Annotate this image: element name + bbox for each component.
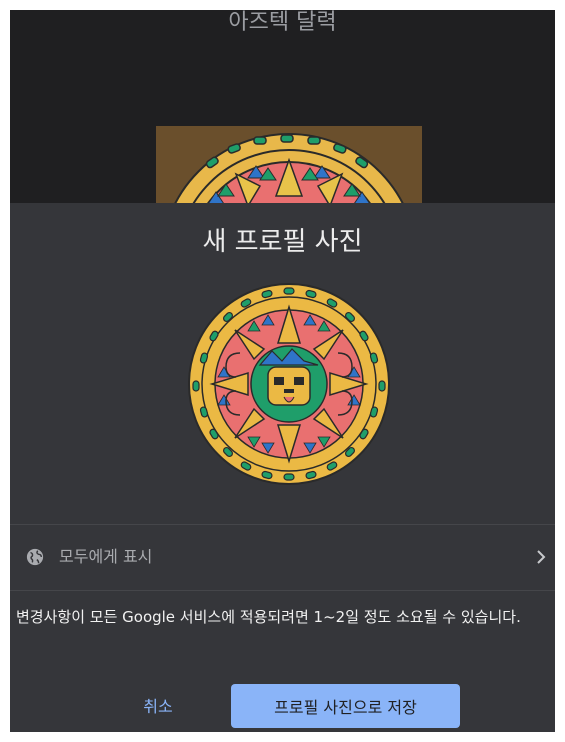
globe-icon [26,548,44,566]
visibility-label: 모두에게 표시 [59,547,153,566]
profile-photo-sheet: 새 프로필 사진 모두에게 표시 변경사항이 모든 Google 서비스에 적용… [10,203,555,732]
cancel-button[interactable]: 취소 [126,687,190,727]
chevron-right-icon [537,550,546,564]
screen: 아즈텍 달력 새 프로필 사진 모두에게 표시 변경사항이 모든 Google … [10,10,555,732]
save-profile-photo-button[interactable]: 프로필 사진으로 저장 [231,684,460,728]
background-title: 아즈텍 달력 [228,10,337,35]
visibility-selector[interactable]: 모두에게 표시 [10,524,555,590]
divider-bottom [10,590,555,591]
profile-photo-preview [188,283,390,485]
propagation-notice: 변경사항이 모든 Google 서비스에 적용되려면 1~2일 정도 소요될 수… [16,608,521,626]
dialog-title: 새 프로필 사진 [202,227,363,257]
